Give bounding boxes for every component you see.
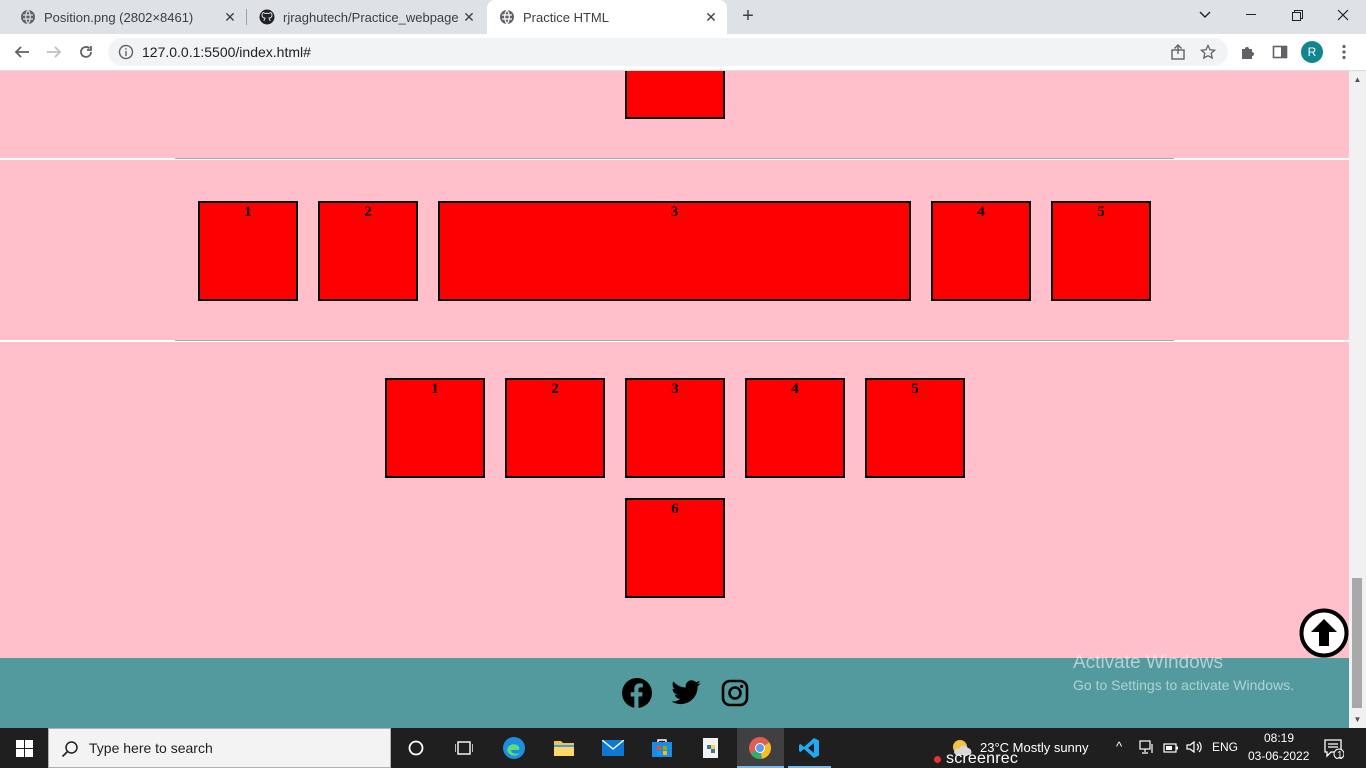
wrap-box-2: 2: [505, 378, 605, 478]
wrap-box-1: 1: [385, 378, 485, 478]
address-bar[interactable]: 127.0.0.1:5500/index.html#: [108, 38, 1228, 66]
close-tab-icon[interactable]: ✕: [703, 9, 719, 25]
tab-strip: Position.png (2802×8461) ✕ rjraghutech/P…: [0, 0, 1366, 34]
tab-title: Practice HTML: [523, 9, 609, 25]
windows-logo-icon: [15, 739, 33, 757]
profile-avatar[interactable]: R: [1301, 41, 1323, 63]
search-icon: [61, 740, 79, 763]
browser-toolbar: 127.0.0.1:5500/index.html# R: [0, 34, 1366, 71]
scroll-to-top-button[interactable]: [1299, 608, 1349, 658]
globe-icon: [20, 9, 36, 25]
site-info-icon[interactable]: [118, 44, 134, 60]
search-placeholder: Type here to search: [89, 740, 213, 756]
activate-windows-title: Activate Windows: [1073, 652, 1223, 673]
close-tab-icon[interactable]: ✕: [461, 9, 477, 25]
vscode-icon[interactable]: [795, 734, 823, 762]
back-arrow-icon[interactable]: [10, 40, 34, 64]
tab-search-icon[interactable]: [1182, 0, 1228, 30]
windows-start-button[interactable]: [0, 728, 48, 768]
tab-title: Position.png (2802×8461): [44, 9, 194, 25]
globe-icon: [499, 9, 515, 25]
minimize-button[interactable]: [1228, 0, 1274, 30]
flex-box-5: 5: [1051, 201, 1151, 301]
arrow-up-circle-icon: [1299, 608, 1349, 658]
instagram-icon[interactable]: [719, 677, 751, 709]
reload-icon[interactable]: [74, 40, 98, 64]
twitter-icon[interactable]: [670, 677, 702, 709]
tab-position-png[interactable]: Position.png (2802×8461) ✕: [0, 0, 246, 34]
file-explorer-icon[interactable]: [550, 734, 578, 762]
wrap-box-3: 3: [625, 378, 725, 478]
flex-box-1: 1: [198, 201, 298, 301]
flex-box-4: 4: [931, 201, 1031, 301]
mail-icon[interactable]: [599, 734, 627, 762]
windows-taskbar: Type here to search 23°C Mostly sunny sc…: [0, 728, 1366, 768]
edge-browser-icon[interactable]: [500, 734, 528, 762]
wrap-box-6: 6: [625, 498, 725, 598]
screenrec-label: screenrec: [946, 750, 1019, 767]
extensions-puzzle-icon[interactable]: [1236, 40, 1260, 64]
section-divider: [0, 158, 1349, 160]
new-tab-button[interactable]: +: [737, 6, 759, 28]
vertical-scrollbar[interactable]: ▲ ▼: [1349, 71, 1366, 728]
flex-box-3-grow: 3: [438, 201, 911, 301]
chevron-up-icon[interactable]: ^: [1116, 739, 1122, 754]
page-viewport: 1 2 3 4 5 1 2 3 4 5 6 Activate Windows G…: [0, 71, 1349, 728]
section-divider: [0, 340, 1349, 342]
volume-icon[interactable]: [1186, 740, 1202, 759]
url-text: 127.0.0.1:5500/index.html#: [142, 44, 311, 60]
github-icon: [259, 9, 275, 25]
bookmark-star-icon[interactable]: [1199, 43, 1217, 65]
recording-dot-icon: [934, 756, 941, 763]
close-tab-icon[interactable]: ✕: [222, 9, 238, 25]
tab-title: rjraghutech/Practice_webpage: [283, 9, 459, 25]
share-icon[interactable]: [1170, 44, 1186, 65]
activate-windows-subtitle: Go to Settings to activate Windows.: [1073, 677, 1294, 693]
scrollbar-thumb[interactable]: [1352, 578, 1362, 708]
python-file-icon[interactable]: [697, 734, 725, 762]
taskbar-search-box[interactable]: Type here to search: [48, 728, 391, 768]
more-menu-icon[interactable]: [1332, 40, 1356, 64]
battery-icon[interactable]: [1163, 741, 1179, 759]
tab-practice-html[interactable]: Practice HTML ✕: [487, 0, 727, 34]
restore-button[interactable]: [1274, 0, 1320, 30]
facebook-icon[interactable]: [621, 677, 653, 709]
task-view-icon[interactable]: [450, 734, 478, 762]
clock-time[interactable]: 08:19: [1264, 731, 1294, 745]
forward-arrow-icon[interactable]: [42, 40, 66, 64]
side-panel-icon[interactable]: [1268, 40, 1292, 64]
cut-off-box: [625, 71, 725, 119]
flex-box-2: 2: [318, 201, 418, 301]
cortana-icon[interactable]: [402, 734, 430, 762]
close-window-button[interactable]: [1320, 0, 1366, 30]
wrap-box-4: 4: [745, 378, 845, 478]
chrome-active-highlight: [737, 728, 784, 768]
clock-date[interactable]: 03-06-2022: [1248, 749, 1309, 763]
scroll-down-arrow-icon[interactable]: ▼: [1352, 714, 1363, 725]
notification-count: 1: [1337, 750, 1343, 761]
network-icon[interactable]: [1139, 740, 1155, 759]
microsoft-store-icon[interactable]: [648, 734, 676, 762]
language-indicator[interactable]: ENG: [1212, 740, 1238, 754]
wrap-box-5: 5: [865, 378, 965, 478]
tab-github-repo[interactable]: rjraghutech/Practice_webpage ✕: [247, 0, 485, 34]
scroll-up-arrow-icon[interactable]: ▲: [1352, 74, 1363, 85]
